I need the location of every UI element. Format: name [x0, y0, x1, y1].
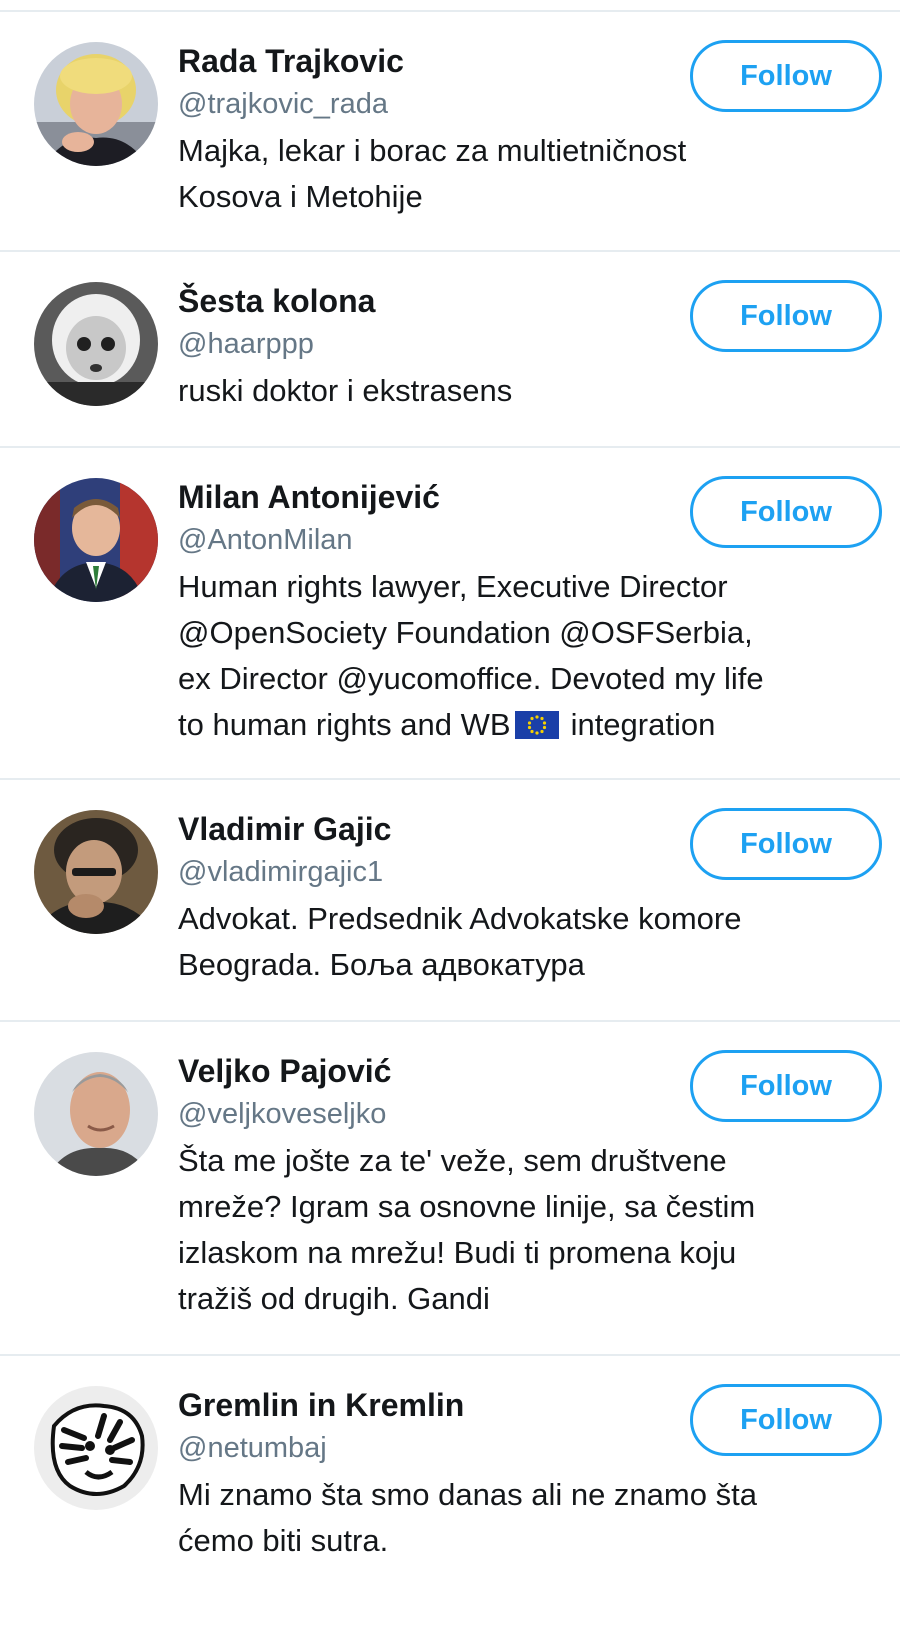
- bio-line: ex Director @yucomoffice. Devoted my lif…: [178, 661, 764, 696]
- avatar[interactable]: [34, 1052, 158, 1176]
- bio-line: izlaskom na mrežu! Budi ti promena koju: [178, 1235, 737, 1270]
- bio-line: Human rights lawyer, Executive Director: [178, 569, 728, 604]
- bio-line: to human rights and WB integration: [178, 702, 878, 748]
- user-bio: Human rights lawyer, Executive Director …: [178, 564, 878, 748]
- user-row[interactable]: Milan Antonijević @AntonMilan Human righ…: [0, 448, 900, 780]
- user-row[interactable]: Veljko Pajović @veljkoveseljko Šta me jo…: [0, 1022, 900, 1356]
- bio-line: @OpenSociety Foundation @OSFSerbia,: [178, 615, 753, 650]
- avatar[interactable]: [34, 42, 158, 166]
- bio-line: Šta me jošte za te' veže, sem društvene: [178, 1143, 727, 1178]
- bio-text: to human rights and WB: [178, 707, 511, 742]
- avatar[interactable]: [34, 810, 158, 934]
- user-bio: Šta me jošte za te' veže, sem društvene …: [178, 1138, 878, 1322]
- user-bio: Mi znamo šta smo danas ali ne znamo šta …: [178, 1472, 878, 1564]
- eu-flag-icon: [514, 711, 559, 739]
- avatar[interactable]: [34, 478, 158, 602]
- bio-line: mreže? Igram sa osnovne linije, sa česti…: [178, 1189, 756, 1224]
- bio-line: ćemo biti sutra.: [178, 1523, 389, 1558]
- avatar[interactable]: [34, 282, 158, 406]
- follow-button[interactable]: Follow: [690, 476, 882, 548]
- bio-line: Mi znamo šta smo danas ali ne znamo šta: [178, 1477, 757, 1512]
- follow-button[interactable]: Follow: [690, 808, 882, 880]
- avatar[interactable]: [34, 1386, 158, 1510]
- user-bio: Majka, lekar i borac za multietničnost K…: [178, 128, 878, 220]
- user-row[interactable]: Vladimir Gajic @vladimirgajic1 Advokat. …: [0, 780, 900, 1022]
- user-bio: ruski doktor i ekstrasens: [178, 368, 878, 414]
- bio-line: Advokat. Predsednik Advokatske komore: [178, 901, 742, 936]
- bio-line: tražiš od drugih. Gandi: [178, 1281, 490, 1316]
- bio-line: Beograda. Боља адвокатура: [178, 947, 585, 982]
- user-bio: Advokat. Predsednik Advokatske komore Be…: [178, 896, 878, 988]
- follow-button[interactable]: Follow: [690, 1384, 882, 1456]
- user-row[interactable]: Šesta kolona @haarppp ruski doktor i eks…: [0, 252, 900, 448]
- follow-button[interactable]: Follow: [690, 1050, 882, 1122]
- bio-text: integration: [570, 707, 716, 742]
- follow-button[interactable]: Follow: [690, 40, 882, 112]
- user-row[interactable]: Gremlin in Kremlin @netumbaj Mi znamo št…: [0, 1356, 900, 1586]
- bio-line: ruski doktor i ekstrasens: [178, 373, 513, 408]
- bio-line: Majka, lekar i borac za multietničnost: [178, 133, 687, 168]
- user-row[interactable]: Rada Trajkovic @trajkovic_rada Majka, le…: [0, 12, 900, 252]
- bio-line: Kosova i Metohije: [178, 179, 423, 214]
- who-to-follow-list: Rada Trajkovic @trajkovic_rada Majka, le…: [0, 12, 900, 1586]
- follow-button[interactable]: Follow: [690, 280, 882, 352]
